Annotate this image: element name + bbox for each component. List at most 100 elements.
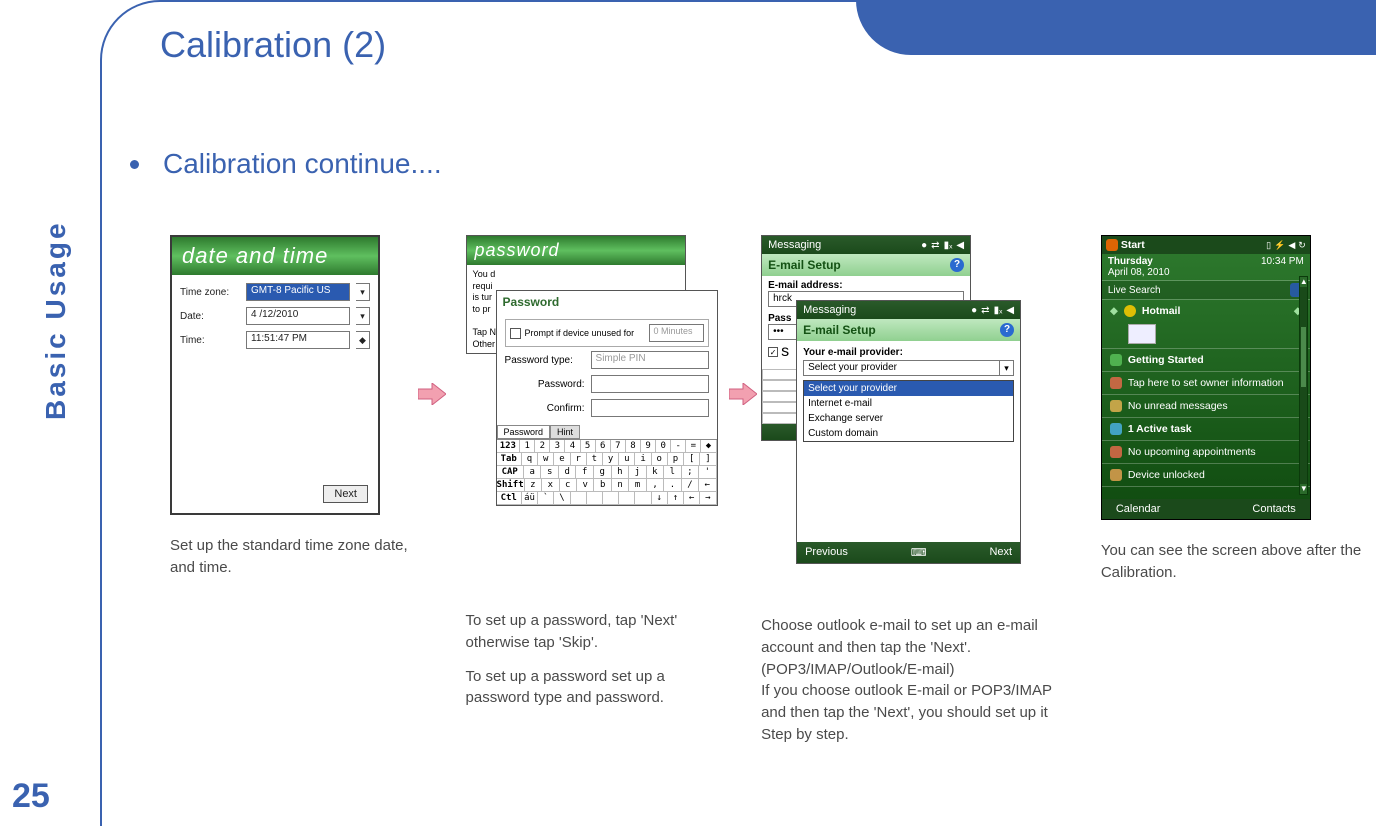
- key[interactable]: d: [559, 466, 577, 478]
- live-search[interactable]: Live Search: [1108, 285, 1161, 296]
- key[interactable]: i: [635, 453, 651, 465]
- key[interactable]: [571, 492, 587, 504]
- key[interactable]: 4: [565, 440, 580, 452]
- nav-left-icon[interactable]: ◆: [1110, 305, 1118, 317]
- start-label[interactable]: Start: [1121, 239, 1145, 251]
- key[interactable]: e: [554, 453, 570, 465]
- key[interactable]: b: [594, 479, 611, 491]
- key[interactable]: ': [699, 466, 717, 478]
- key[interactable]: [635, 492, 651, 504]
- key[interactable]: r: [571, 453, 587, 465]
- dropdown-icon[interactable]: ▾: [356, 307, 370, 325]
- key[interactable]: [619, 492, 635, 504]
- key[interactable]: m: [629, 479, 646, 491]
- key[interactable]: p: [668, 453, 684, 465]
- key[interactable]: f: [576, 466, 594, 478]
- previous-button[interactable]: Previous: [805, 546, 848, 559]
- key[interactable]: ◆: [701, 440, 716, 452]
- key[interactable]: c: [560, 479, 577, 491]
- dropdown-list-provider[interactable]: Select your providerInternet e-mailExcha…: [803, 380, 1014, 442]
- key[interactable]: 5: [581, 440, 596, 452]
- home-row[interactable]: No unread messages: [1102, 395, 1310, 417]
- key[interactable]: \: [554, 492, 570, 504]
- dropdown-option[interactable]: Select your provider: [804, 381, 1013, 396]
- scroll-up-icon[interactable]: ▲: [1300, 277, 1307, 287]
- key[interactable]: 3: [550, 440, 565, 452]
- key[interactable]: =: [686, 440, 701, 452]
- home-row[interactable]: 1 Active task: [1102, 418, 1310, 440]
- key[interactable]: `: [538, 492, 554, 504]
- key[interactable]: ;: [682, 466, 700, 478]
- key[interactable]: ←: [684, 492, 700, 504]
- softkey-calendar[interactable]: Calendar: [1116, 503, 1161, 515]
- key[interactable]: 2: [535, 440, 550, 452]
- scroll-thumb[interactable]: [1301, 327, 1306, 387]
- key[interactable]: o: [652, 453, 668, 465]
- softkey-contacts[interactable]: Contacts: [1252, 503, 1295, 515]
- home-row[interactable]: Device unlocked: [1102, 464, 1310, 486]
- key[interactable]: x: [542, 479, 559, 491]
- key[interactable]: Ctl: [497, 492, 522, 504]
- tab-password[interactable]: Password: [497, 425, 551, 439]
- key[interactable]: ,: [647, 479, 664, 491]
- field-date[interactable]: 4 /12/2010: [246, 307, 350, 325]
- key[interactable]: ]: [700, 453, 716, 465]
- field-password[interactable]: [591, 375, 709, 393]
- key[interactable]: n: [612, 479, 629, 491]
- hotmail-label[interactable]: Hotmail: [1142, 305, 1181, 317]
- key[interactable]: l: [664, 466, 682, 478]
- key[interactable]: [587, 492, 603, 504]
- key[interactable]: 6: [596, 440, 611, 452]
- key[interactable]: w: [538, 453, 554, 465]
- keyboard-icon[interactable]: ⌨: [911, 546, 927, 559]
- key[interactable]: k: [647, 466, 665, 478]
- key[interactable]: ↓: [652, 492, 668, 504]
- dropdown-option[interactable]: Custom domain: [804, 426, 1013, 441]
- home-row[interactable]: Getting Started: [1102, 349, 1310, 371]
- key[interactable]: z: [525, 479, 542, 491]
- field-confirm[interactable]: [591, 399, 709, 417]
- key[interactable]: v: [577, 479, 594, 491]
- key[interactable]: 7: [611, 440, 626, 452]
- dropdown-option[interactable]: Internet e-mail: [804, 396, 1013, 411]
- field-time[interactable]: 11:51:47 PM: [246, 331, 350, 349]
- key[interactable]: 9: [641, 440, 656, 452]
- checkbox-prompt[interactable]: [510, 328, 521, 339]
- field-provider[interactable]: Select your provider: [803, 360, 1000, 376]
- field-timezone[interactable]: GMT-8 Pacific US: [246, 283, 350, 301]
- key[interactable]: →: [700, 492, 716, 504]
- key[interactable]: t: [587, 453, 603, 465]
- key[interactable]: 8: [626, 440, 641, 452]
- key[interactable]: ↑: [668, 492, 684, 504]
- key[interactable]: .: [664, 479, 681, 491]
- key[interactable]: Shift: [497, 479, 525, 491]
- key[interactable]: [: [684, 453, 700, 465]
- checkbox-save[interactable]: ✓: [768, 347, 778, 357]
- key[interactable]: /: [682, 479, 699, 491]
- scrollbar[interactable]: ▲ ▼: [1299, 276, 1308, 495]
- key[interactable]: 123: [497, 440, 521, 452]
- dropdown-icon[interactable]: ▾: [356, 283, 370, 301]
- field-prompt-minutes[interactable]: 0 Minutes: [649, 324, 704, 342]
- spinner-icon[interactable]: ◆: [356, 331, 370, 349]
- key[interactable]: q: [522, 453, 538, 465]
- field-pw-type[interactable]: Simple PIN: [591, 351, 709, 369]
- home-row[interactable]: No upcoming appointments: [1102, 441, 1310, 463]
- dropdown-option[interactable]: Exchange server: [804, 411, 1013, 426]
- key[interactable]: s: [541, 466, 559, 478]
- key[interactable]: u: [619, 453, 635, 465]
- next-button[interactable]: Next: [989, 546, 1012, 559]
- key[interactable]: j: [629, 466, 647, 478]
- scroll-down-icon[interactable]: ▼: [1300, 484, 1307, 494]
- key[interactable]: Tab: [497, 453, 522, 465]
- start-icon[interactable]: [1106, 239, 1118, 251]
- key[interactable]: -: [671, 440, 686, 452]
- key[interactable]: áü: [522, 492, 538, 504]
- key[interactable]: y: [603, 453, 619, 465]
- help-icon[interactable]: ?: [1000, 323, 1014, 337]
- help-icon[interactable]: ?: [950, 258, 964, 272]
- key[interactable]: g: [594, 466, 612, 478]
- key[interactable]: CAP: [497, 466, 524, 478]
- key[interactable]: 1: [520, 440, 535, 452]
- key[interactable]: 0: [656, 440, 671, 452]
